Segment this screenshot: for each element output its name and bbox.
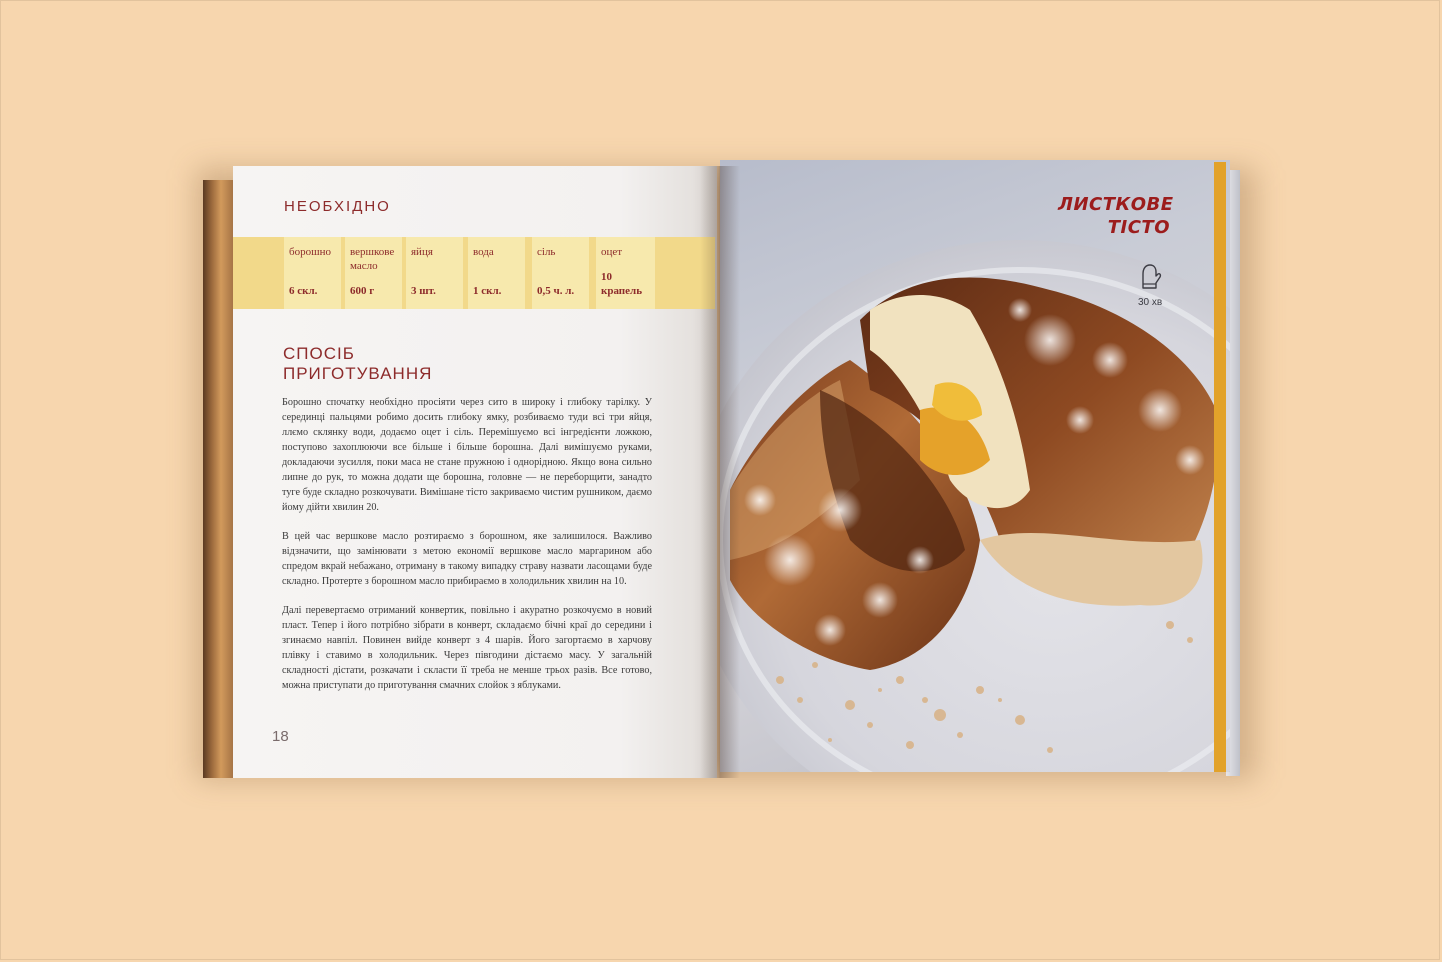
ingredient-qty: 1 скл. <box>473 285 502 297</box>
ingredient-name: яйця <box>411 246 433 258</box>
method-paragraph: В цей час вершкове масло розтираємо з бо… <box>282 531 652 587</box>
ingredients-heading: НЕОБХІДНО <box>284 198 391 215</box>
left-page-edge-photo <box>203 180 233 778</box>
recipe-title-line1: ЛИСТКОВЕ <box>1058 194 1174 215</box>
method-text: Борошно спочатку необхідно просіяти чере… <box>282 395 652 707</box>
ingredient-cell: борошно 6 скл. <box>284 237 341 309</box>
ingredient-cell: оцет 10 крапель <box>596 237 655 309</box>
oven-mitt-icon <box>1142 264 1162 289</box>
ingredient-name: вершкове масло <box>350 246 395 272</box>
ingredient-cell: яйця 3 шт. <box>406 237 463 309</box>
ingredient-cell: сіль 0,5 ч. л. <box>532 237 589 309</box>
ingredient-cell: вода 1 скл. <box>468 237 525 309</box>
ingredient-qty: 10 крапель <box>601 271 643 297</box>
ingredient-qty: 0,5 ч. л. <box>537 285 575 297</box>
book-gutter <box>700 166 740 778</box>
ingredient-qty: 3 шт. <box>411 285 436 297</box>
method-heading-line2: ПРИГОТУВАННЯ <box>283 364 433 383</box>
ingredient-name: сіль <box>537 246 556 258</box>
ingredient-cell: вершкове масло 600 г <box>345 237 402 309</box>
right-page-photo <box>720 160 1230 772</box>
cooking-time: 30 хв <box>1138 297 1163 308</box>
ingredient-qty: 6 скл. <box>289 285 318 297</box>
ingredient-name: вода <box>473 246 494 258</box>
ingredient-name: борошно <box>289 246 331 258</box>
pastry-photo <box>720 240 1230 772</box>
method-heading-line1: СПОСІБ <box>283 344 355 363</box>
right-page-accent-strip <box>1214 162 1226 772</box>
page-number: 18 <box>272 728 289 745</box>
method-heading: СПОСІБ ПРИГОТУВАННЯ <box>283 344 432 384</box>
method-paragraph: Борошно спочатку необхідно просіяти чере… <box>282 397 652 513</box>
recipe-title-line2: ТІСТО <box>1107 217 1170 238</box>
ingredient-qty: 600 г <box>350 285 375 297</box>
ingredient-name: оцет <box>601 246 623 258</box>
recipe-title: ЛИСТКОВЕ ТІСТО <box>1058 193 1173 239</box>
method-paragraph: Далі перевертаємо отриманий конвертик, п… <box>282 605 652 691</box>
